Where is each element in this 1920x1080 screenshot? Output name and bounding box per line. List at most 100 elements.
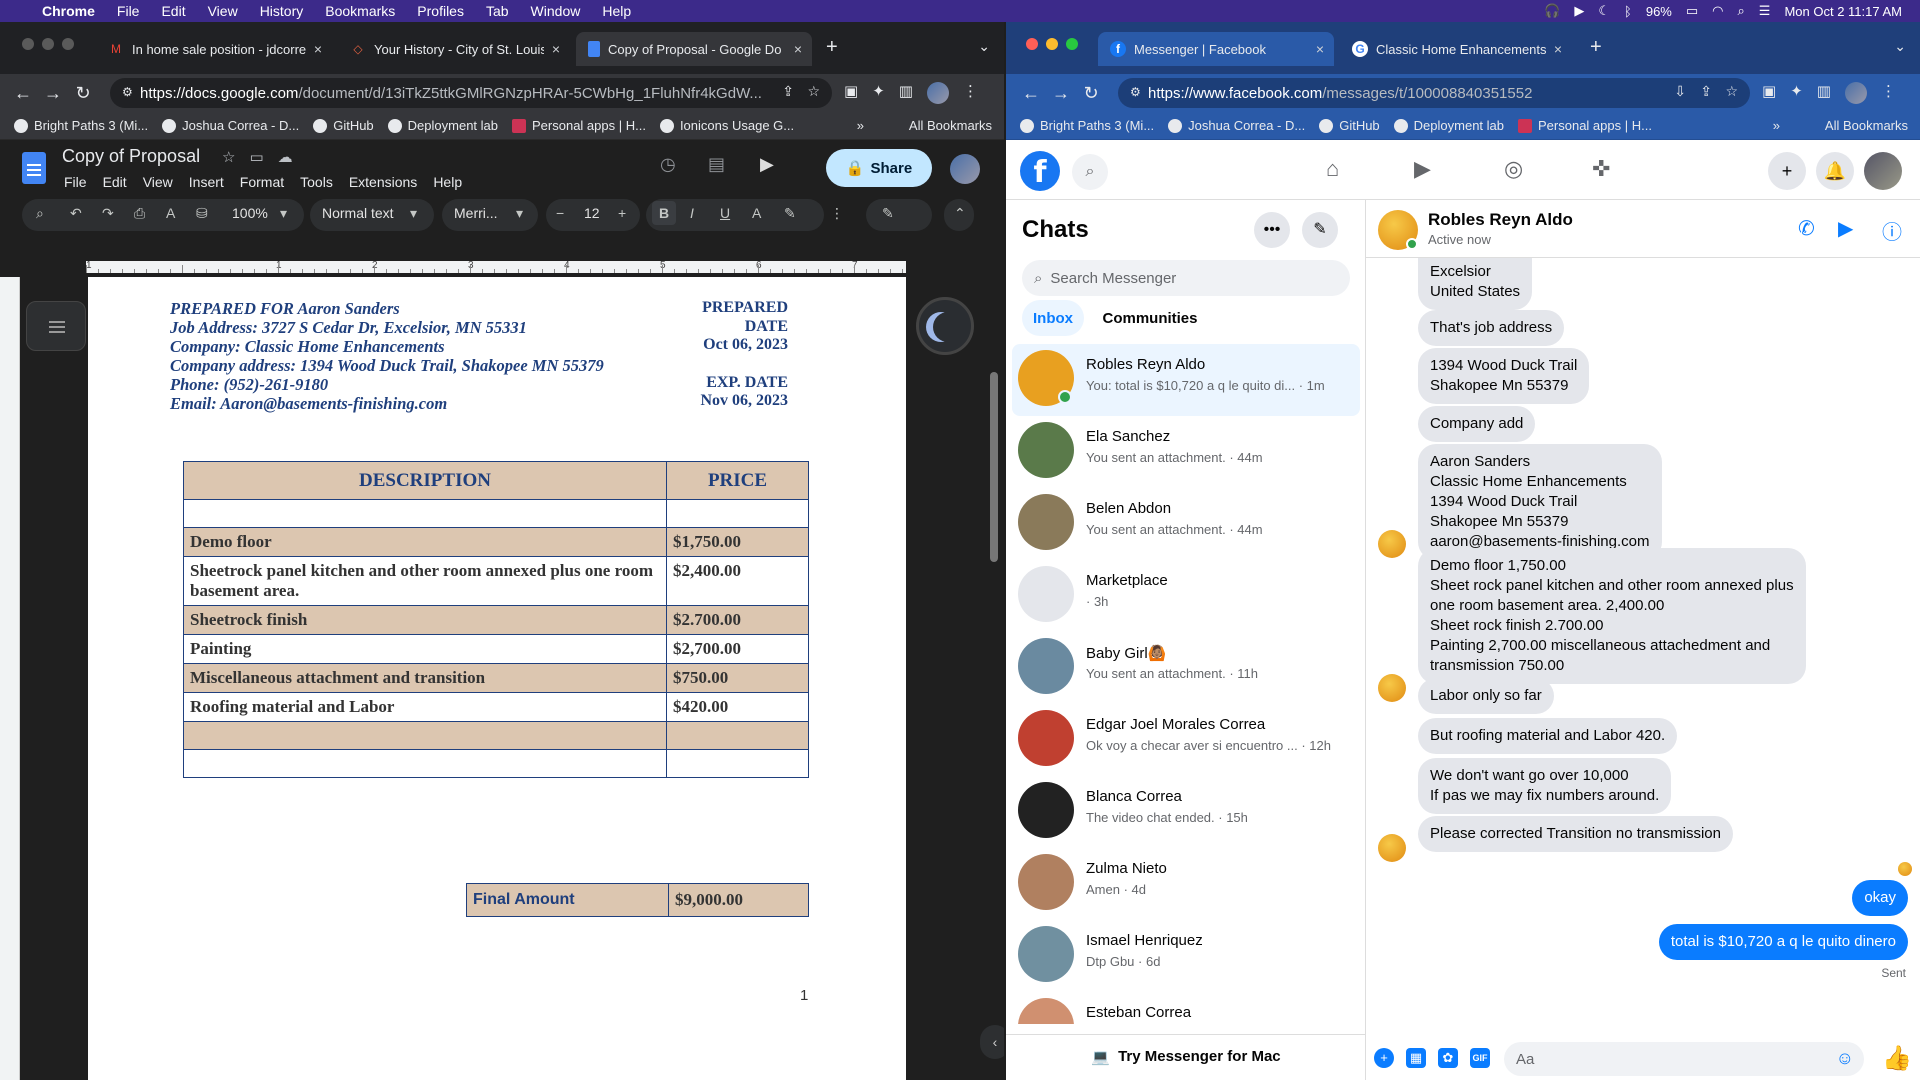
puzzle-icon[interactable]: ✦ [1790, 82, 1803, 104]
menu-profiles[interactable]: Profiles [417, 3, 464, 19]
conversation-item[interactable]: Blanca Correa The video chat ended. · 15h [1012, 776, 1360, 848]
bookmark-1[interactable]: Bright Paths 3 (Mi... [14, 118, 148, 133]
tab-search-icon[interactable]: ⌄ [978, 38, 990, 55]
bookmark-star-icon[interactable]: ☆ [1725, 83, 1738, 100]
tab-communities[interactable]: Communities [1090, 300, 1210, 336]
docs-menu-insert[interactable]: Insert [189, 174, 224, 190]
menu-file[interactable]: File [117, 3, 140, 19]
info-icon[interactable]: ⓘ [1882, 216, 1902, 245]
zoom-select[interactable]: 100% [232, 205, 268, 221]
print-icon[interactable]: ⎙ [134, 205, 145, 222]
headphones-icon[interactable]: 🎧 [1544, 3, 1560, 19]
docs-menu-edit[interactable]: Edit [103, 174, 127, 190]
menu-window[interactable]: Window [531, 3, 581, 19]
vertical-scrollbar[interactable] [990, 372, 998, 562]
wifi-icon[interactable]: ◠ [1712, 3, 1723, 19]
item-price[interactable]: $2.700.00 [666, 605, 809, 635]
menu-history[interactable]: History [260, 3, 304, 19]
all-bookmarks[interactable]: All Bookmarks [1825, 118, 1908, 133]
message-bubble[interactable]: 1394 Wood Duck Trail Shakopee Mn 55379 [1418, 348, 1590, 404]
facebook-logo-icon[interactable]: f [1020, 151, 1060, 191]
item-price[interactable]: $1,750.00 [666, 527, 809, 557]
close-tab-icon[interactable]: × [1554, 41, 1562, 57]
bookmark-4[interactable]: Deployment lab [387, 118, 498, 133]
docs-menu-extensions[interactable]: Extensions [349, 174, 417, 190]
move-folder-icon[interactable]: ▭ [249, 148, 263, 166]
highlight-icon[interactable]: ✎ [784, 205, 796, 222]
docs-logo-icon[interactable] [22, 152, 46, 184]
table-row[interactable]: Sheetrock panel kitchen and other room a… [183, 556, 809, 606]
dark-mode-toggle-icon[interactable] [916, 297, 974, 355]
docs-menu-tools[interactable]: Tools [300, 174, 333, 190]
my-message-bubble[interactable]: total is $10,720 a q le quito dinero [1658, 924, 1908, 960]
more-menu-icon[interactable]: ⋮ [963, 82, 978, 104]
side-panel-icon[interactable]: ▥ [1817, 82, 1831, 104]
menu-edit[interactable]: Edit [161, 3, 185, 19]
item-price[interactable]: $2,400.00 [666, 556, 809, 606]
tab-gmail[interactable]: M In home sale position - jdcorre × [96, 32, 332, 66]
item-description[interactable] [183, 499, 667, 528]
conversation-item[interactable]: Baby Girl🙆🏽 You sent an attachment. · 11h [1012, 632, 1360, 704]
search-menus-icon[interactable]: ⌕ [36, 205, 44, 222]
item-price[interactable] [666, 721, 809, 750]
my-message-bubble[interactable]: okay [1852, 880, 1908, 916]
watch-icon[interactable]: ▶ [1414, 156, 1431, 182]
font-size-input[interactable]: 12 [584, 205, 600, 221]
table-row[interactable]: Painting $2,700.00 [183, 634, 809, 664]
create-icon[interactable]: + [1768, 152, 1806, 190]
docs-menu-help[interactable]: Help [433, 174, 462, 190]
undo-icon[interactable]: ↶ [70, 205, 82, 222]
item-description[interactable]: Sheetrock panel kitchen and other room a… [183, 556, 667, 606]
extension-icon[interactable]: ▣ [1762, 82, 1776, 104]
back-button[interactable]: ← [8, 83, 38, 104]
tab-messenger[interactable]: f Messenger | Facebook × [1098, 32, 1334, 66]
vertical-ruler[interactable] [0, 277, 20, 1080]
bookmark-3[interactable]: GitHub [1319, 118, 1380, 133]
close-tab-icon[interactable]: × [552, 41, 560, 57]
document-page[interactable]: PREPARED FOR Aaron Sanders Job Address: … [88, 277, 906, 1080]
minimize-window-button[interactable] [1046, 38, 1058, 50]
message-bubble[interactable]: Demo floor 1,750.00 Sheet rock panel kit… [1418, 548, 1806, 684]
puzzle-icon[interactable]: ✦ [872, 82, 885, 104]
italic-icon[interactable]: I [690, 205, 694, 221]
font-select[interactable]: Merri... [454, 205, 498, 221]
search-icon[interactable]: ⌕ [1072, 154, 1108, 190]
docs-menu-format[interactable]: Format [240, 174, 284, 190]
comments-icon[interactable]: ▤ [708, 154, 725, 175]
paint-format-icon[interactable]: ⛁ [196, 205, 208, 222]
table-row[interactable]: Demo floor $1,750.00 [183, 527, 809, 557]
tab-inbox[interactable]: Inbox [1022, 300, 1084, 336]
video-call-icon[interactable]: ▶ [1838, 216, 1853, 241]
battery-percent[interactable]: 96% [1646, 4, 1672, 19]
bookmark-2[interactable]: Joshua Correa - D... [1168, 118, 1305, 133]
message-bubble[interactable]: Aaron Sanders Classic Home Enhancements … [1418, 444, 1662, 560]
bookmark-5[interactable]: Personal apps | H... [512, 118, 646, 133]
bookmark-5[interactable]: Personal apps | H... [1518, 118, 1652, 133]
side-panel-icon[interactable]: ▥ [899, 82, 913, 104]
decrease-font-icon[interactable]: − [556, 205, 564, 221]
reload-button[interactable]: ↻ [68, 83, 98, 104]
share-page-icon[interactable]: ⇪ [782, 83, 794, 100]
chevron-up-icon[interactable]: ⌃ [954, 205, 966, 222]
bluetooth-icon[interactable]: ᛒ [1624, 4, 1632, 19]
conversation-item[interactable]: Belen Abdon You sent an attachment. · 44m [1012, 488, 1360, 560]
cloud-status-icon[interactable]: ☁ [278, 148, 293, 166]
side-panel-chevron-icon[interactable]: ‹ [980, 1025, 1004, 1059]
item-description[interactable]: Demo floor [183, 527, 667, 557]
zoom-window-button[interactable] [1066, 38, 1078, 50]
battery-icon[interactable]: ▭ [1686, 3, 1698, 19]
outline-toggle-button[interactable] [26, 301, 86, 351]
profile-avatar[interactable] [926, 82, 949, 104]
editing-mode-box[interactable] [866, 199, 932, 231]
bookmarks-overflow[interactable]: » [1773, 118, 1780, 133]
item-description[interactable]: Roofing material and Labor [183, 692, 667, 722]
table-row[interactable]: Miscellaneous attachment and transition $… [183, 663, 809, 693]
install-app-icon[interactable]: ⇩ [1674, 83, 1686, 100]
new-tab-button[interactable]: + [826, 36, 838, 59]
message-bubble[interactable]: We don't want go over 10,000 If pas we m… [1418, 758, 1672, 814]
search-messenger-input[interactable]: ⌕ Search Messenger [1022, 260, 1350, 296]
redo-icon[interactable]: ↷ [102, 205, 114, 222]
item-description[interactable]: Painting [183, 634, 667, 664]
table-row[interactable]: Sheetrock finish $2.700.00 [183, 605, 809, 635]
item-price[interactable] [666, 499, 809, 528]
